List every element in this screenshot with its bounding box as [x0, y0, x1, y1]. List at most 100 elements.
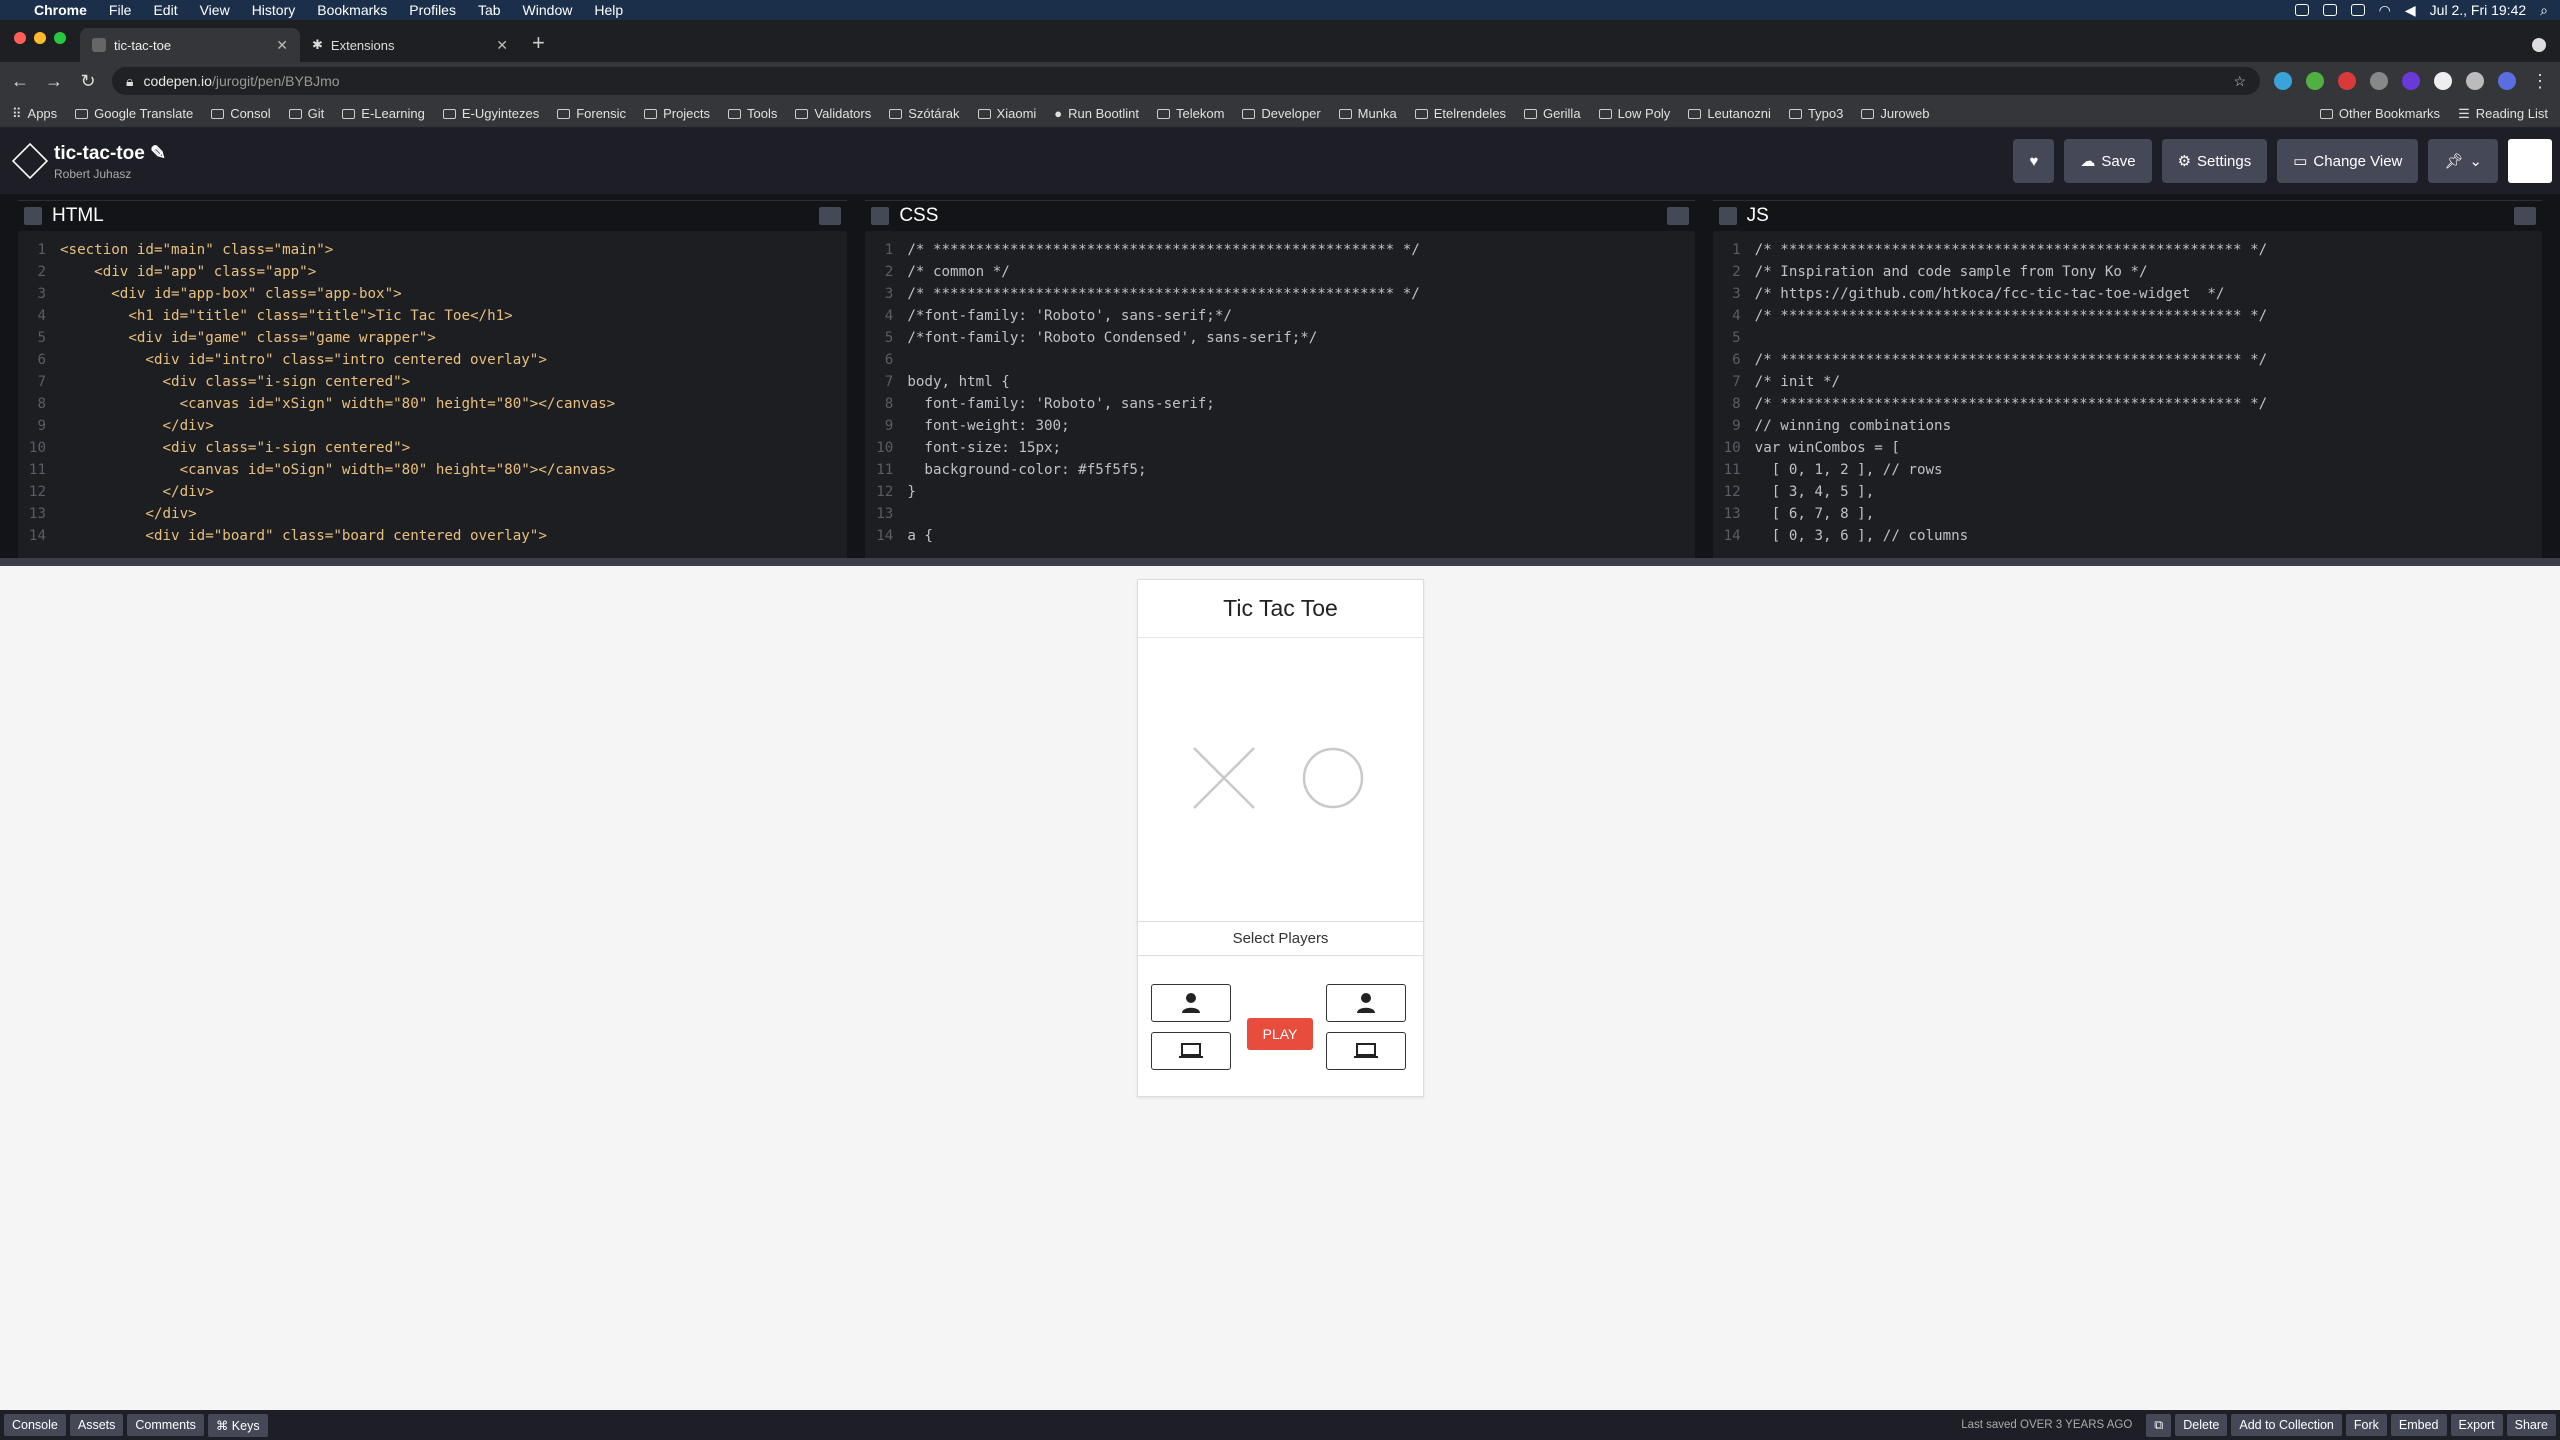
menu-help[interactable]: Help: [594, 2, 623, 18]
code-line[interactable]: 4 <h1 id="title" class="title">Tic Tac T…: [18, 305, 847, 327]
player1-computer-button[interactable]: [1151, 1032, 1231, 1070]
extension-icon[interactable]: [2338, 72, 2356, 90]
status-icon[interactable]: [2294, 4, 2309, 16]
menu-bookmarks[interactable]: Bookmarks: [317, 2, 387, 18]
code-line[interactable]: 3 /* https://github.com/htkoca/fcc-tic-ta…: [1713, 283, 2542, 305]
code-line[interactable]: 11 <canvas id="oSign" width="80" height=…: [18, 459, 847, 481]
menu-app-name[interactable]: Chrome: [34, 2, 87, 18]
embed-button[interactable]: Embed: [2390, 1414, 2447, 1436]
menu-tab[interactable]: Tab: [478, 2, 501, 18]
code-line[interactable]: 13 [ 6, 7, 8 ],: [1713, 503, 2542, 525]
code-line[interactable]: 14 a {: [865, 525, 1694, 547]
close-tab-icon[interactable]: ✕: [496, 37, 508, 54]
css-code-area[interactable]: 1 /* ************************************…: [865, 231, 1694, 564]
address-bar[interactable]: 🔒︎ codepen.io/jurogit/pen/BYBJmo ☆: [112, 67, 2260, 95]
code-line[interactable]: 1 /* ************************************…: [1713, 239, 2542, 261]
code-line[interactable]: 6 <div id="intro" class="intro centered …: [18, 349, 847, 371]
tab-search-icon[interactable]: [2532, 38, 2546, 52]
player2-human-button[interactable]: [1326, 984, 1406, 1022]
bookmark-apps[interactable]: ⠿ Apps: [12, 106, 57, 122]
code-line[interactable]: 10 font-size: 15px;: [865, 437, 1694, 459]
add-to-collection-button[interactable]: Add to Collection: [2231, 1414, 2342, 1436]
menu-history[interactable]: History: [252, 2, 296, 18]
bookmark-folder[interactable]: Leutanozni: [1688, 106, 1771, 121]
pin-button[interactable]: 📌︎ ⌄: [2428, 139, 2498, 183]
bookmark-folder[interactable]: Xiaomi: [977, 106, 1036, 121]
search-icon[interactable]: ⌕: [2540, 2, 2548, 19]
profile-avatar[interactable]: [2498, 72, 2516, 90]
other-bookmarks[interactable]: Other Bookmarks: [2319, 106, 2440, 121]
code-line[interactable]: 14 <div id="board" class="board centered…: [18, 525, 847, 547]
html-settings-gear-icon[interactable]: [24, 207, 42, 225]
code-line[interactable]: 3 <div id="app-box" class="app-box">: [18, 283, 847, 305]
love-button[interactable]: ♥: [2013, 139, 2055, 183]
code-line[interactable]: 2 /* common */: [865, 261, 1694, 283]
css-settings-gear-icon[interactable]: [871, 207, 890, 225]
code-line[interactable]: 13 </div>: [18, 503, 847, 525]
tab-tic-tac-toe[interactable]: tic-tac-toe ✕: [80, 28, 300, 62]
minimize-window-button[interactable]: [34, 32, 46, 44]
code-line[interactable]: 8 font-family: 'Roboto', sans-serif;: [865, 393, 1694, 415]
edit-pencil-icon[interactable]: ✎: [150, 143, 166, 164]
share-button[interactable]: Share: [2506, 1414, 2556, 1436]
code-line[interactable]: 7 <div class="i-sign centered">: [18, 371, 847, 393]
extensions-puzzle-icon[interactable]: [2466, 72, 2484, 90]
extension-icon[interactable]: [2370, 72, 2388, 90]
menu-window[interactable]: Window: [523, 2, 573, 18]
bookmark-folder[interactable]: Low Poly: [1598, 106, 1670, 121]
pen-author[interactable]: Robert Juhasz: [54, 167, 166, 181]
html-code-area[interactable]: 1 <section id="main" class="main"> 2 <div …: [18, 231, 847, 564]
volume-icon[interactable]: ◀: [2405, 2, 2416, 19]
bookmark-star-icon[interactable]: ☆: [2233, 73, 2246, 90]
code-line[interactable]: 12 [ 3, 4, 5 ],: [1713, 481, 2542, 503]
code-line[interactable]: 9 // winning combinations: [1713, 415, 2542, 437]
extension-icon[interactable]: [2306, 72, 2324, 90]
console-button[interactable]: Console: [4, 1414, 66, 1436]
bookmark-folder[interactable]: Forensic: [557, 106, 626, 121]
bookmark-folder[interactable]: Telekom: [1156, 106, 1224, 121]
code-line[interactable]: 12 </div>: [18, 481, 847, 503]
code-line[interactable]: 9 </div>: [18, 415, 847, 437]
code-line[interactable]: 11 background-color: #f5f5f5;: [865, 459, 1694, 481]
assets-button[interactable]: Assets: [69, 1414, 124, 1436]
menu-file[interactable]: File: [109, 2, 132, 18]
save-button[interactable]: ☁ Save: [2064, 139, 2152, 183]
tab-extensions[interactable]: ✱ Extensions ✕: [300, 28, 520, 62]
extension-icon[interactable]: [2274, 72, 2292, 90]
pen-title[interactable]: tic-tac-toe: [54, 143, 145, 164]
player1-human-button[interactable]: [1151, 984, 1231, 1022]
code-line[interactable]: 4 /* ************************************…: [1713, 305, 2542, 327]
code-line[interactable]: 6 /* ************************************…: [1713, 349, 2542, 371]
bookmark-folder[interactable]: Developer: [1242, 106, 1321, 121]
keys-button[interactable]: ⌘ Keys: [207, 1413, 268, 1437]
bookmark-item[interactable]: ● Run Bootlint: [1054, 106, 1139, 121]
code-line[interactable]: 4 /*font-family: 'Roboto', sans-serif;*/: [865, 305, 1694, 327]
code-line[interactable]: 5: [1713, 327, 2542, 349]
delete-button[interactable]: Delete: [2175, 1414, 2228, 1436]
extension-icon[interactable]: [2402, 72, 2420, 90]
reading-list[interactable]: ☰ Reading List: [2458, 106, 2548, 122]
code-line[interactable]: 7 /* init */: [1713, 371, 2542, 393]
status-icon[interactable]: [2322, 4, 2337, 16]
status-icon[interactable]: [2350, 4, 2365, 16]
code-line[interactable]: 9 font-weight: 300;: [865, 415, 1694, 437]
code-line[interactable]: 10 <div class="i-sign centered">: [18, 437, 847, 459]
bookmark-folder[interactable]: Munka: [1338, 106, 1397, 121]
bookmark-folder[interactable]: Validators: [795, 106, 871, 121]
fork-button[interactable]: Fork: [2345, 1414, 2387, 1436]
menu-edit[interactable]: Edit: [153, 2, 177, 18]
user-avatar[interactable]: [2508, 139, 2552, 183]
bookmark-folder[interactable]: Gerilla: [1523, 106, 1581, 121]
code-line[interactable]: 3 /* ************************************…: [865, 283, 1694, 305]
new-tab-button[interactable]: +: [520, 30, 557, 62]
extension-icon[interactable]: [2434, 72, 2452, 90]
code-line[interactable]: 11 [ 0, 1, 2 ], // rows: [1713, 459, 2542, 481]
reload-button[interactable]: ↻: [78, 71, 98, 92]
code-line[interactable]: 10 var winCombos = [: [1713, 437, 2542, 459]
zoom-window-button[interactable]: [54, 32, 66, 44]
code-line[interactable]: 8 <canvas id="xSign" width="80" height="…: [18, 393, 847, 415]
bookmark-folder[interactable]: Projects: [644, 106, 710, 121]
forward-button[interactable]: →: [44, 71, 64, 92]
close-window-button[interactable]: [14, 32, 26, 44]
more-menu-icon[interactable]: ⋮: [2530, 71, 2550, 92]
